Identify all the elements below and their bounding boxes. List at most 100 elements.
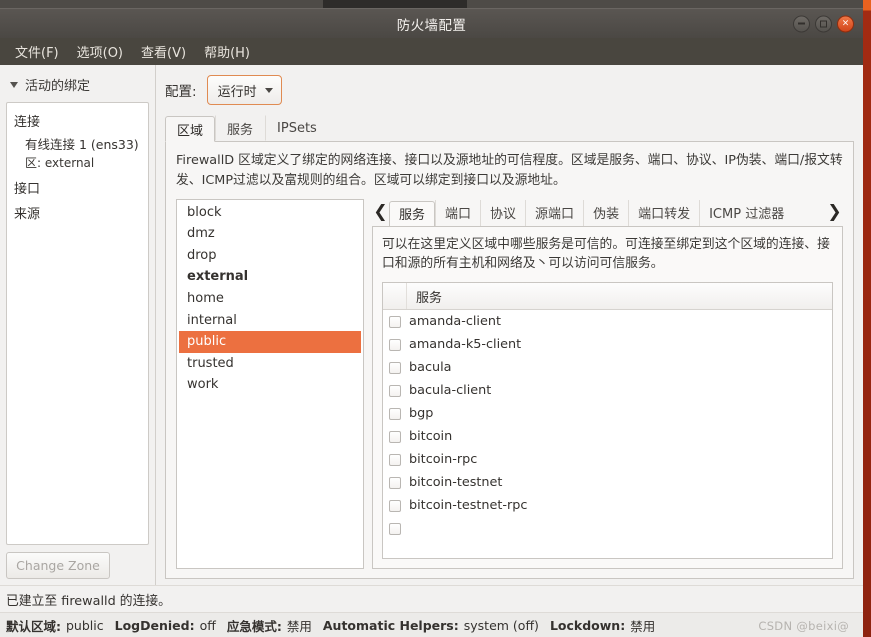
- minimize-button[interactable]: [793, 15, 810, 32]
- tab-services[interactable]: 服务: [389, 200, 436, 226]
- desktop-panel-chunk: [323, 0, 467, 8]
- close-icon: ×: [841, 18, 850, 28]
- change-zone-button[interactable]: Change Zone: [6, 552, 110, 579]
- tab-ports[interactable]: 端口: [435, 199, 480, 226]
- checkbox-icon[interactable]: [389, 430, 401, 443]
- chevron-down-icon: [264, 87, 273, 93]
- tab-masquerade[interactable]: 伪装: [583, 199, 628, 226]
- service-name: bacula-client: [409, 383, 492, 399]
- service-name: bitcoin-testnet-rpc: [409, 498, 528, 514]
- list-item[interactable]: dmz: [179, 223, 361, 245]
- tab-protocols[interactable]: 协议: [480, 199, 525, 226]
- tab-port-forward[interactable]: 端口转发: [628, 199, 699, 226]
- table-row[interactable]: bitcoin-testnet-rpc: [383, 494, 832, 517]
- desktop-top-panel: [0, 0, 871, 8]
- list-item[interactable]: work: [179, 374, 361, 396]
- configuration-select-value: 运行时: [217, 84, 257, 100]
- services-table-body: amanda-client amanda-k5-client bacula ba…: [383, 310, 832, 558]
- table-row[interactable]: bgp: [383, 402, 832, 425]
- service-name: bitcoin-rpc: [409, 452, 478, 468]
- checkbox-icon[interactable]: [389, 315, 401, 328]
- service-name: amanda-k5-client: [409, 337, 522, 353]
- zone-list-container[interactable]: block dmz drop external home internal pu…: [176, 198, 364, 569]
- table-row-partial[interactable]: [383, 517, 832, 540]
- active-bindings-label: 活动的绑定: [25, 79, 91, 94]
- status-bar: 默认区域: public LogDenied: off 应急模式: 禁用 Aut…: [0, 612, 863, 637]
- zone-detail-column: ❮ 服务 端口 协议 源端口 伪装 端口转发 ICMP 过滤器 ❯ 可以在这里定…: [372, 199, 843, 569]
- configuration-label: 配置:: [165, 84, 197, 100]
- checkbox-icon[interactable]: [389, 361, 401, 374]
- tab-zones[interactable]: 区域: [165, 116, 216, 142]
- tab-services[interactable]: 服务: [215, 115, 265, 141]
- list-item-selected[interactable]: public: [179, 331, 361, 353]
- status-value-automatic-helpers: system (off): [463, 617, 539, 633]
- list-item[interactable]: internal: [179, 310, 361, 332]
- table-row[interactable]: amanda-client: [383, 310, 832, 333]
- zone-list: block dmz drop external home internal pu…: [179, 202, 361, 396]
- service-name: bacula: [409, 360, 452, 376]
- checkbox-icon[interactable]: [389, 453, 401, 466]
- active-bindings-pane: 活动的绑定 连接 有线连接 1 (ens33) 区: external 接口 来…: [0, 65, 156, 585]
- checkbox-icon[interactable]: [389, 522, 401, 535]
- table-row[interactable]: bitcoin-testnet: [383, 471, 832, 494]
- binding-group-sources[interactable]: 来源: [7, 200, 148, 225]
- list-item[interactable]: trusted: [179, 353, 361, 375]
- list-item[interactable]: external: [179, 266, 361, 288]
- service-name: bgp: [409, 406, 434, 422]
- configuration-select[interactable]: 运行时: [206, 75, 282, 105]
- zone-detail-tablist: 服务 端口 协议 源端口 伪装 端口转发 ICMP 过滤器: [389, 199, 826, 226]
- bindings-tree[interactable]: 连接 有线连接 1 (ens33) 区: external 接口 来源: [6, 102, 149, 545]
- config-pane: 配置: 运行时 区域 服务 IPSets FirewallD 区域定义了绑定的网…: [156, 65, 863, 585]
- tab-icmp-filter[interactable]: ICMP 过滤器: [699, 199, 793, 226]
- checkbox-icon[interactable]: [389, 384, 401, 397]
- menu-view[interactable]: 查看(V): [133, 38, 194, 65]
- status-value-logdenied: off: [199, 617, 216, 633]
- chevron-down-icon: [10, 81, 18, 88]
- maximize-icon: [820, 20, 827, 27]
- services-table[interactable]: 服务 amanda-client amanda-k5-client bacula…: [382, 282, 833, 559]
- menu-help[interactable]: 帮助(H): [196, 38, 258, 65]
- status-key-lockdown: Lockdown:: [549, 617, 626, 633]
- services-description: 可以在这里定义区域中哪些服务是可信的。可连接至绑定到这个区域的连接、接口和源的所…: [382, 236, 830, 272]
- title-bar[interactable]: 防火墙配置 ×: [0, 8, 863, 38]
- close-button[interactable]: ×: [837, 15, 854, 32]
- service-name: amanda-client: [409, 314, 501, 330]
- binding-group-connections[interactable]: 连接: [7, 108, 148, 133]
- tabs-scroll-right-icon[interactable]: ❯: [826, 200, 843, 226]
- status-key-logdenied: LogDenied:: [114, 617, 195, 633]
- tabs-scroll-left-icon[interactable]: ❮: [372, 200, 389, 226]
- list-item[interactable]: block: [179, 202, 361, 224]
- maximize-button[interactable]: [815, 15, 832, 32]
- list-item[interactable]: home: [179, 288, 361, 310]
- menu-file[interactable]: 文件(F): [7, 38, 67, 65]
- checkbox-icon[interactable]: [389, 407, 401, 420]
- table-row[interactable]: bacula-client: [383, 379, 832, 402]
- configuration-row: 配置: 运行时: [165, 75, 854, 105]
- tab-source-ports[interactable]: 源端口: [525, 199, 583, 226]
- binding-group-interfaces[interactable]: 接口: [7, 175, 148, 200]
- checkbox-icon[interactable]: [389, 499, 401, 512]
- table-row[interactable]: amanda-k5-client: [383, 333, 832, 356]
- menu-options[interactable]: 选项(O): [69, 38, 131, 65]
- table-row[interactable]: bacula: [383, 356, 832, 379]
- table-row[interactable]: bitcoin: [383, 425, 832, 448]
- checkbox-column-header: [383, 283, 407, 310]
- status-key-default-zone: 默认区域:: [6, 618, 61, 634]
- window-title: 防火墙配置: [396, 17, 467, 34]
- desktop-right-edge: [863, 0, 871, 637]
- status-value-default-zone: public: [66, 617, 104, 633]
- tab-ipsets[interactable]: IPSets: [265, 115, 329, 141]
- primary-tabs: 区域 服务 IPSets: [165, 115, 854, 142]
- status-area: 已建立至 firewalld 的连接。 默认区域: public LogDeni…: [0, 585, 863, 637]
- binding-item-ens33[interactable]: 有线连接 1 (ens33): [7, 133, 148, 154]
- checkbox-icon[interactable]: [389, 476, 401, 489]
- zones-tab-panel: FirewallD 区域定义了绑定的网络连接、接口以及源地址的可信程度。区域是服…: [165, 142, 854, 579]
- menu-bar: 文件(F) 选项(O) 查看(V) 帮助(H): [0, 38, 863, 65]
- zone-detail-tabs: ❮ 服务 端口 协议 源端口 伪装 端口转发 ICMP 过滤器 ❯: [372, 199, 843, 227]
- watermark: CSDN @beixi@: [758, 619, 849, 633]
- table-row[interactable]: bitcoin-rpc: [383, 448, 832, 471]
- service-name: bitcoin: [409, 429, 453, 445]
- list-item[interactable]: drop: [179, 245, 361, 267]
- active-bindings-header[interactable]: 活动的绑定: [6, 73, 149, 102]
- checkbox-icon[interactable]: [389, 338, 401, 351]
